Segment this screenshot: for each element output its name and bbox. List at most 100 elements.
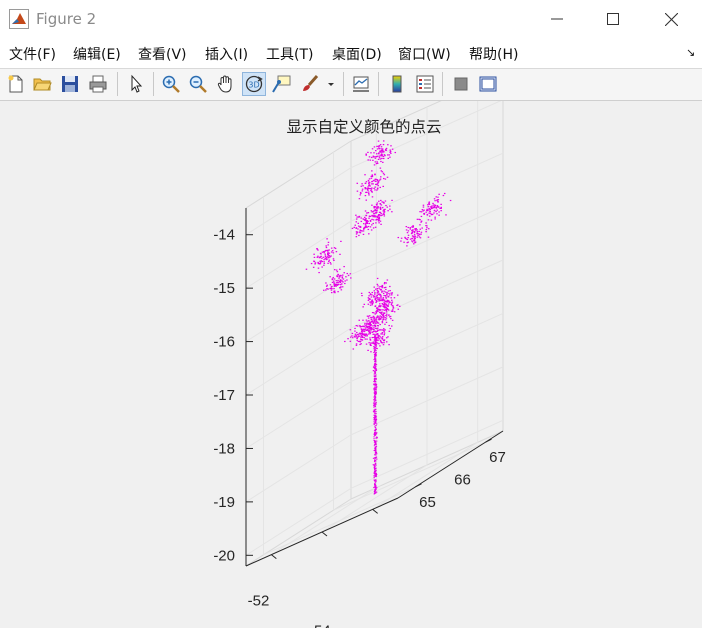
point [385, 147, 388, 150]
point [365, 319, 368, 321]
menu-desktop[interactable]: 桌面(D) [332, 44, 382, 64]
point [418, 234, 421, 236]
back-edge [245, 140, 352, 209]
point [359, 226, 361, 228]
point [339, 280, 342, 282]
point [362, 325, 364, 327]
point [375, 399, 377, 401]
point [375, 353, 377, 355]
point [363, 326, 365, 328]
point [353, 335, 356, 337]
point [430, 213, 433, 216]
point [378, 145, 381, 147]
data-cursor-button[interactable] [269, 72, 293, 96]
menu-edit[interactable]: 编辑(E) [73, 44, 121, 64]
point [381, 313, 383, 315]
menu-help[interactable]: 帮助(H) [469, 44, 518, 64]
point [417, 234, 419, 237]
insert-legend-button[interactable] [413, 72, 437, 96]
point [380, 329, 382, 331]
y-tick-label: -52 [248, 593, 270, 610]
point [373, 392, 376, 394]
point [372, 336, 375, 338]
point [377, 285, 379, 287]
point [433, 198, 436, 200]
menu-window[interactable]: 窗口(W) [398, 44, 451, 64]
brush-dropdown[interactable] [324, 72, 338, 96]
point [373, 479, 375, 481]
point [330, 289, 333, 291]
point [374, 453, 377, 455]
point [381, 285, 384, 288]
rotate-3d-button[interactable]: 3D [242, 72, 266, 96]
menu-tools[interactable]: 工具(T) [266, 44, 313, 64]
link-plot-button[interactable] [349, 72, 373, 96]
pan-button[interactable] [214, 72, 238, 96]
point [381, 149, 384, 151]
point [374, 433, 376, 435]
maximize-button[interactable] [584, 0, 642, 38]
show-plot-tools-button[interactable] [476, 72, 500, 96]
point [325, 245, 327, 247]
point [371, 304, 374, 306]
zoom-in-button[interactable] [159, 72, 183, 96]
point [375, 389, 377, 391]
point [355, 227, 358, 229]
save-button[interactable] [58, 72, 82, 96]
point [365, 325, 367, 327]
point [324, 255, 327, 258]
point [370, 190, 373, 192]
print-button[interactable] [86, 72, 110, 96]
z-grid-line [245, 167, 352, 236]
point [411, 241, 414, 243]
open-file-button[interactable] [30, 72, 54, 96]
point [374, 349, 376, 351]
zoom-out-button[interactable] [186, 72, 210, 96]
point [329, 276, 331, 278]
point [357, 336, 359, 338]
point-cloud-plot[interactable]: -20 -19 -18 -17 -16 -15 -14 65 66 67 -54 -52 显示自定义颜… [0, 101, 702, 628]
menu-file[interactable]: 文件(F) [9, 44, 56, 64]
point [385, 315, 388, 317]
menu-insert[interactable]: 插入(I) [205, 44, 248, 64]
point [375, 437, 377, 439]
x-tick-label: 66 [454, 472, 471, 489]
point [391, 148, 394, 150]
point [397, 308, 400, 310]
point [377, 158, 380, 160]
point [365, 181, 368, 183]
point [373, 207, 375, 209]
point [365, 343, 368, 345]
point [385, 282, 387, 284]
point [374, 432, 376, 434]
point [335, 284, 337, 286]
point [414, 235, 416, 237]
point [372, 366, 375, 368]
point [378, 148, 381, 150]
select-pointer-button[interactable] [124, 72, 148, 96]
point [375, 402, 377, 404]
point [372, 183, 374, 185]
point [320, 255, 322, 257]
hide-plot-tools-button[interactable] [449, 72, 473, 96]
insert-colorbar-button[interactable] [385, 72, 409, 96]
point [373, 375, 376, 377]
close-button[interactable] [642, 0, 700, 38]
point [343, 265, 345, 268]
point [373, 405, 375, 407]
menu-view[interactable]: 查看(V) [138, 44, 187, 64]
point [331, 281, 334, 283]
minimize-button[interactable] [528, 0, 586, 38]
legend-icon [416, 75, 434, 93]
point [387, 303, 390, 305]
point [380, 333, 382, 335]
point [373, 471, 376, 473]
point [375, 341, 378, 343]
brush-button[interactable] [298, 72, 322, 96]
menu-overflow-icon[interactable]: ↘ [686, 46, 695, 59]
point [340, 240, 342, 242]
point [372, 219, 375, 221]
new-figure-button[interactable] [4, 72, 28, 96]
point [419, 211, 421, 213]
toolbar-separator [442, 72, 443, 96]
